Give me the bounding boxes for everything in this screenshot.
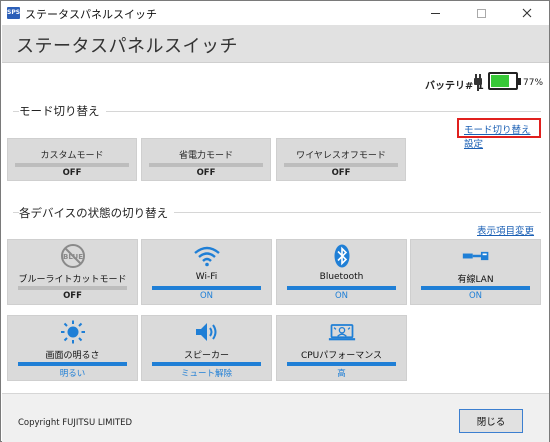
bluetooth-icon xyxy=(334,244,349,268)
device-status-bar xyxy=(152,362,261,366)
mode-label: カスタムモード xyxy=(40,151,104,161)
minimize-icon xyxy=(431,12,440,14)
mode-label: 省電力モード xyxy=(178,151,233,161)
page-title: ステータスパネルスイッチ xyxy=(16,36,238,57)
speaker-icon xyxy=(195,323,216,341)
device-status-bar xyxy=(18,362,127,366)
device-state: ON xyxy=(199,291,214,301)
device-tile-cpu-performance[interactable]: CPUパフォーマンス 高 xyxy=(276,315,407,381)
mode-section-heading: モード切り替え xyxy=(19,103,106,119)
device-status-bar xyxy=(287,362,396,366)
device-section-heading: 各デバイスの状態の切り替え xyxy=(19,205,175,221)
device-state: 高 xyxy=(337,369,346,379)
mode-state: OFF xyxy=(196,168,216,178)
device-tile-bluetooth[interactable]: Bluetooth ON xyxy=(276,239,407,305)
ac-plug-icon xyxy=(474,74,482,91)
device-tile-wired-lan[interactable]: 有線LAN ON xyxy=(410,239,541,305)
close-window-button[interactable] xyxy=(504,1,549,25)
window-title: ステータスパネルスイッチ xyxy=(25,8,157,21)
mode-tile-wireless-off[interactable]: ワイヤレスオフモード OFF xyxy=(276,138,406,181)
device-status-bar xyxy=(18,286,127,290)
mode-status-bar xyxy=(284,163,398,167)
mode-state: OFF xyxy=(331,168,351,178)
device-status-bar xyxy=(287,286,396,290)
app-window: SPS ステータスパネルスイッチ ステータスパネルスイッチ バッテリ# 1 77… xyxy=(0,0,550,442)
device-status-bar xyxy=(152,286,261,290)
device-state: ON xyxy=(334,291,349,301)
lan-cable-icon xyxy=(462,251,488,261)
mode-status-bar xyxy=(149,163,263,167)
mode-tile-custom[interactable]: カスタムモード OFF xyxy=(7,138,137,181)
battery-level-fill xyxy=(491,75,510,87)
device-tile-blue-light[interactable]: BLUE ブルーライトカットモード OFF xyxy=(7,239,138,305)
device-state: OFF xyxy=(63,291,82,301)
device-tile-speaker[interactable]: スピーカー ミュート解除 xyxy=(141,315,272,381)
maximize-icon xyxy=(477,8,486,18)
close-button[interactable]: 閉じる xyxy=(459,409,523,433)
device-label: スピーカー xyxy=(183,351,229,361)
device-state: ミュート解除 xyxy=(180,369,232,379)
close-icon xyxy=(522,8,531,18)
app-icon: SPS xyxy=(7,7,20,19)
device-status-bar xyxy=(421,286,530,290)
device-label: 有線LAN xyxy=(457,275,494,285)
device-state: 明るい xyxy=(59,369,86,379)
app-header: ステータスパネルスイッチ xyxy=(2,25,549,63)
cpu-performance-icon xyxy=(328,324,355,341)
device-tile-wifi[interactable]: Wi-Fi ON xyxy=(141,239,272,305)
device-label: Wi-Fi xyxy=(195,272,218,282)
device-state: ON xyxy=(468,291,483,301)
device-label: ブルーライトカットモード xyxy=(18,275,127,285)
maximize-button xyxy=(459,1,504,25)
wifi-icon xyxy=(193,246,220,267)
mode-state: OFF xyxy=(62,168,82,178)
copyright-text: Copyright FUJITSU LIMITED xyxy=(18,418,133,428)
device-label: 画面の明るさ xyxy=(45,351,100,361)
mode-settings-link[interactable]: モード切り替え設定 xyxy=(457,118,541,150)
mode-label: ワイヤレスオフモード xyxy=(296,151,386,161)
mode-status-bar xyxy=(15,163,129,167)
brightness-icon xyxy=(60,320,85,344)
device-label: Bluetooth xyxy=(319,272,364,282)
mode-tile-power-saving[interactable]: 省電力モード OFF xyxy=(141,138,271,181)
title-bar[interactable]: SPS ステータスパネルスイッチ xyxy=(1,1,549,25)
battery-icon xyxy=(488,72,521,90)
minimize-button[interactable] xyxy=(413,1,458,25)
blue-light-off-icon: BLUE xyxy=(60,244,85,268)
device-tile-brightness[interactable]: 画面の明るさ 明るい xyxy=(7,315,138,381)
display-items-link[interactable]: 表示項目変更 xyxy=(477,223,534,237)
battery-percent: 77% xyxy=(523,78,544,88)
device-label: CPUパフォーマンス xyxy=(300,351,383,361)
